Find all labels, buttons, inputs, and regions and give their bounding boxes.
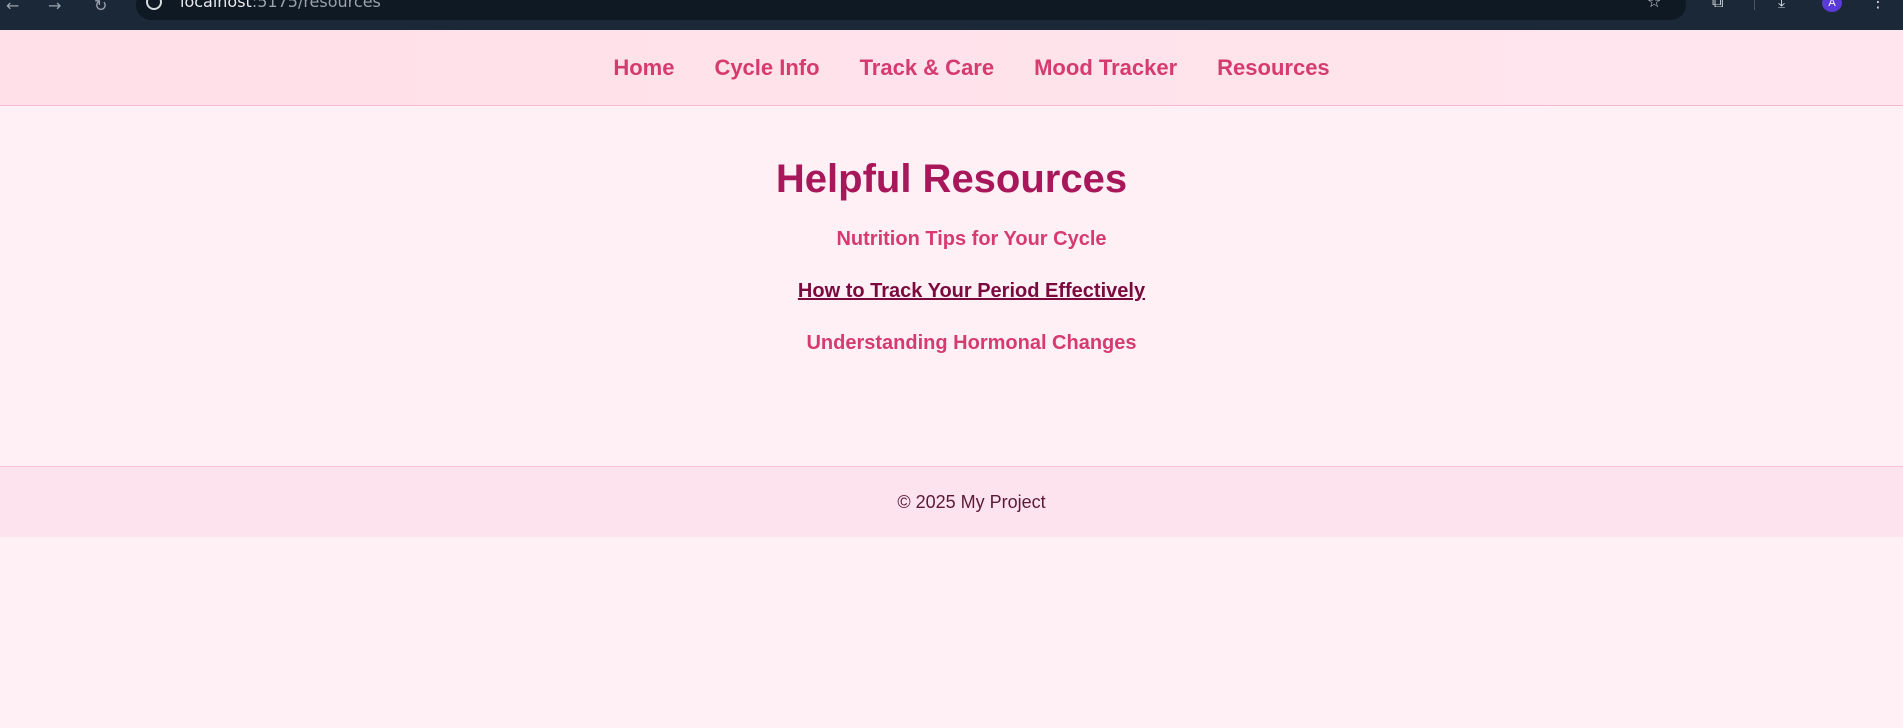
resource-link-track-period[interactable]: How to Track Your Period Effectively <box>798 280 1145 302</box>
more-menu-icon[interactable]: ⋮ <box>1870 0 1886 10</box>
profile-avatar[interactable]: A <box>1822 0 1842 12</box>
resource-link-hormonal-changes[interactable]: Understanding Hormonal Changes <box>806 332 1136 354</box>
page-title: Helpful Resources <box>775 157 1128 201</box>
site-navigation: Home Cycle Info Track & Care Mood Tracke… <box>0 30 1903 106</box>
nav-link-home[interactable]: Home <box>613 55 674 80</box>
reload-icon[interactable]: ↻ <box>94 0 107 14</box>
resource-link-nutrition[interactable]: Nutrition Tips for Your Cycle <box>836 228 1106 250</box>
forward-arrow-icon[interactable]: → <box>48 0 61 14</box>
page-footer: © 2025 My Project <box>0 466 1903 537</box>
list-item: Nutrition Tips for Your Cycle <box>40 226 1903 278</box>
main-content: Helpful Resources Nutrition Tips for You… <box>0 106 1903 466</box>
list-item: Understanding Hormonal Changes <box>40 330 1903 382</box>
bookmark-star-icon[interactable]: ☆ <box>1647 0 1661 10</box>
url-host: localhost <box>180 0 252 11</box>
nav-link-cycle-info[interactable]: Cycle Info <box>714 55 819 80</box>
nav-link-resources[interactable]: Resources <box>1217 55 1330 80</box>
back-arrow-icon[interactable]: ← <box>6 0 19 14</box>
url-path: :5175/resources <box>251 0 381 11</box>
nav-link-mood-tracker[interactable]: Mood Tracker <box>1034 55 1177 80</box>
nav-link-track-care[interactable]: Track & Care <box>860 55 995 80</box>
extensions-icon[interactable]: ⧉ <box>1712 0 1730 10</box>
address-url[interactable]: localhost:5175/resources <box>180 0 381 10</box>
download-icon[interactable]: ⤓ <box>1778 0 1796 10</box>
list-item: How to Track Your Period Effectively <box>40 278 1903 330</box>
toolbar-divider <box>1754 0 1755 10</box>
nav-list: Home Cycle Info Track & Care Mood Tracke… <box>573 55 1329 81</box>
resource-list: Nutrition Tips for Your Cycle How to Tra… <box>0 226 1903 382</box>
footer-copyright: © 2025 My Project <box>897 491 1046 512</box>
browser-toolbar: ← → ↻ localhost:5175/resources ☆ ⧉ ⤓ A ⋮ <box>0 0 1903 30</box>
